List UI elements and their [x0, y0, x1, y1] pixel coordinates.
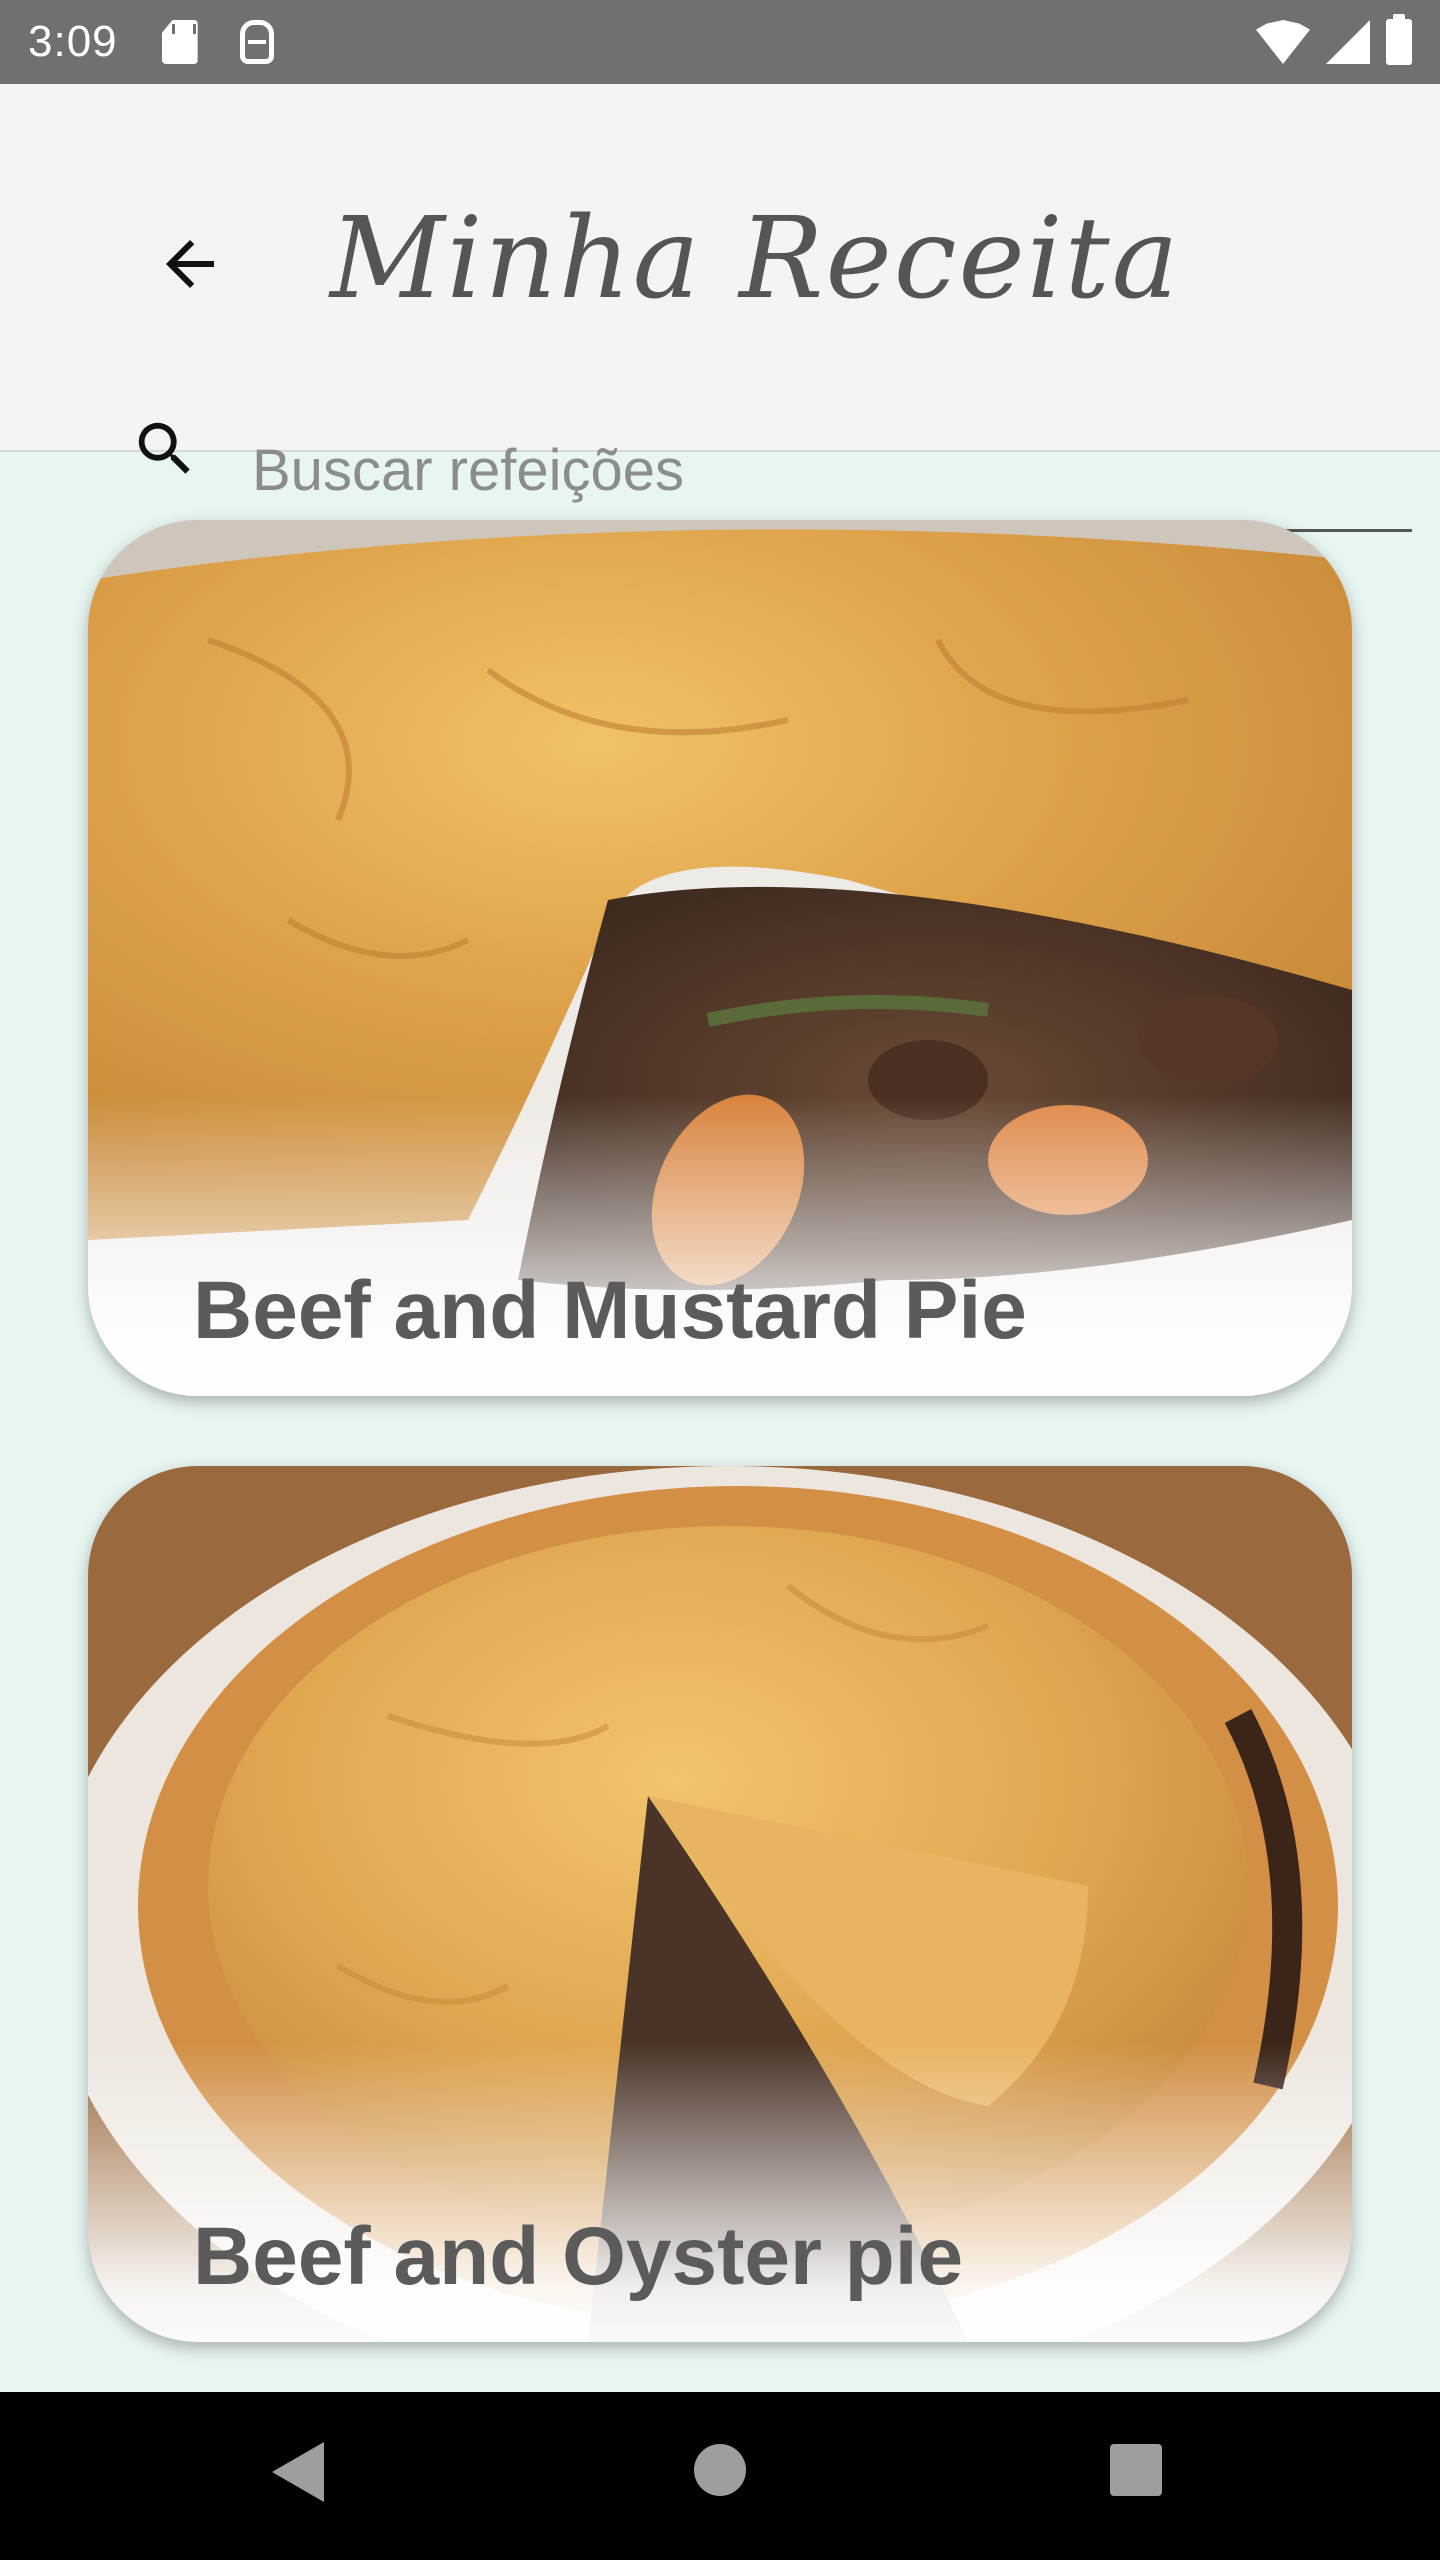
- status-notification-icons: [161, 20, 274, 64]
- status-bar: 3:09: [0, 0, 1440, 84]
- nav-recents-icon[interactable]: [1110, 2444, 1162, 2496]
- meal-card[interactable]: Beef and Oyster pie: [88, 1466, 1352, 2342]
- meal-name: Beef and Oyster pie: [193, 2211, 964, 2302]
- nav-back-icon[interactable]: [272, 2442, 324, 2502]
- sd-card-icon: [161, 20, 198, 64]
- back-button[interactable]: [150, 224, 230, 304]
- status-time: 3:09: [28, 17, 118, 66]
- cell-signal-icon: [1326, 20, 1370, 64]
- meal-card[interactable]: Beef and Mustard Pie: [88, 520, 1352, 1396]
- meal-name: Beef and Mustard Pie: [193, 1265, 1027, 1356]
- app-header: Minha Receita: [0, 84, 1440, 532]
- status-system-icons: [1256, 14, 1412, 65]
- arrow-back-icon: [166, 240, 214, 288]
- battery-icon: [1386, 14, 1412, 65]
- android-debug-icon: [239, 20, 274, 64]
- wifi-icon: [1256, 20, 1310, 64]
- search-icon: [138, 422, 190, 474]
- app-title: Minha Receita: [330, 194, 1181, 324]
- nav-home-icon[interactable]: [694, 2444, 746, 2496]
- search-input[interactable]: [224, 392, 1412, 532]
- system-nav-bar: [0, 2392, 1440, 2560]
